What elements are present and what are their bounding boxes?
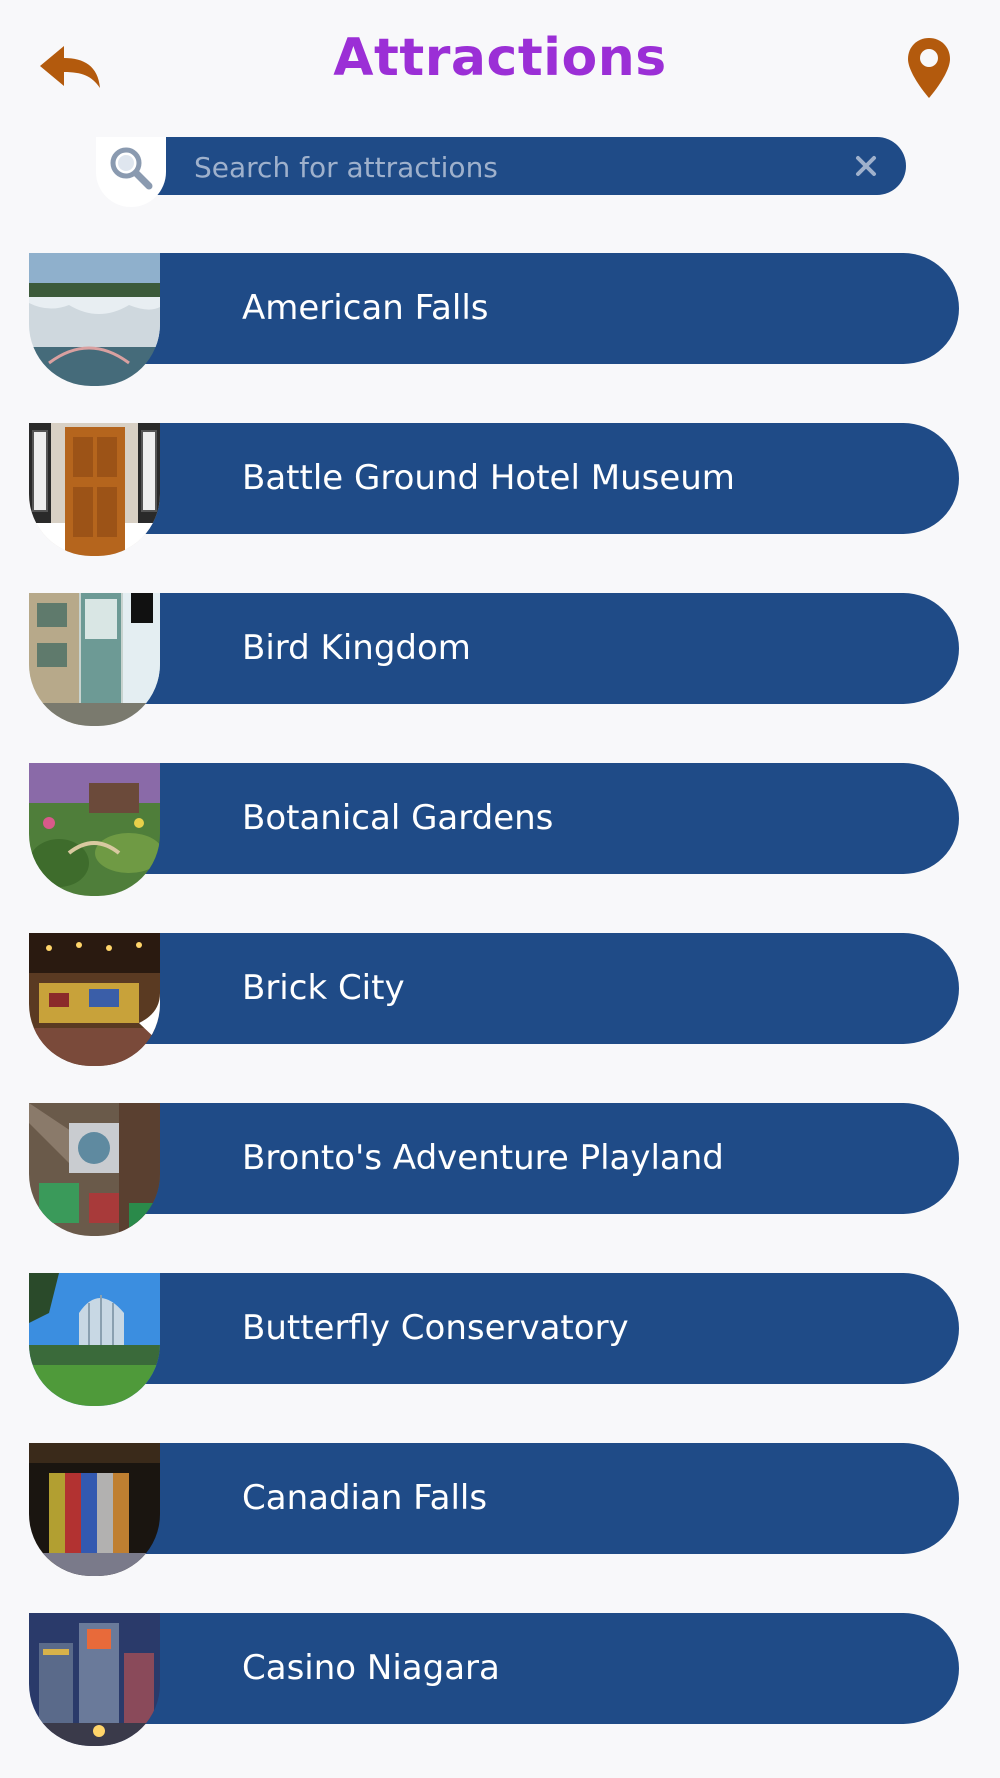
attraction-name: Brick City bbox=[242, 968, 405, 1008]
attraction-name: Canadian Falls bbox=[242, 1478, 488, 1518]
list-item[interactable]: Casino Niagara bbox=[29, 1613, 959, 1748]
american-falls-thumbnail bbox=[29, 253, 160, 386]
attraction-name: Botanical Gardens bbox=[242, 798, 554, 838]
page-title: Attractions bbox=[333, 28, 667, 88]
clear-search-button[interactable] bbox=[850, 150, 882, 182]
map-pin-icon bbox=[908, 38, 950, 98]
list-item[interactable]: Bird Kingdom bbox=[29, 593, 959, 728]
canadian-falls-thumbnail bbox=[29, 1443, 160, 1576]
list-item[interactable]: Brick City bbox=[29, 933, 959, 1068]
list-item[interactable]: Butterfly Conservatory bbox=[29, 1273, 959, 1408]
attraction-name: Casino Niagara bbox=[242, 1648, 500, 1688]
attraction-name: Battle Ground Hotel Museum bbox=[242, 458, 735, 498]
app-screen: Attractions Search for attractions Ameri… bbox=[0, 0, 1000, 1778]
attraction-name: Bronto's Adventure Playland bbox=[242, 1138, 724, 1178]
brontos-adventure-playland-thumbnail bbox=[29, 1103, 160, 1236]
list-item[interactable]: Bronto's Adventure Playland bbox=[29, 1103, 959, 1238]
search-icon-container bbox=[96, 137, 166, 207]
search-bar bbox=[96, 137, 906, 207]
location-button[interactable] bbox=[906, 36, 952, 100]
bird-kingdom-thumbnail bbox=[29, 593, 160, 726]
brick-city-thumbnail bbox=[29, 933, 160, 1066]
botanical-gardens-thumbnail bbox=[29, 763, 160, 896]
search-input[interactable] bbox=[192, 137, 816, 197]
list-item[interactable]: Battle Ground Hotel Museum bbox=[29, 423, 959, 558]
list-item[interactable]: Botanical Gardens bbox=[29, 763, 959, 898]
battle-ground-hotel-museum-thumbnail bbox=[29, 423, 160, 556]
header-bar: Attractions bbox=[0, 0, 1000, 125]
search-icon bbox=[110, 147, 153, 190]
list-item[interactable]: Canadian Falls bbox=[29, 1443, 959, 1578]
casino-niagara-thumbnail bbox=[29, 1613, 160, 1746]
list-item[interactable]: American Falls bbox=[29, 253, 959, 388]
butterfly-conservatory-thumbnail bbox=[29, 1273, 160, 1406]
attraction-name: Bird Kingdom bbox=[242, 628, 471, 668]
close-icon bbox=[856, 156, 876, 176]
attraction-name: Butterfly Conservatory bbox=[242, 1308, 629, 1348]
attraction-name: American Falls bbox=[242, 288, 489, 328]
